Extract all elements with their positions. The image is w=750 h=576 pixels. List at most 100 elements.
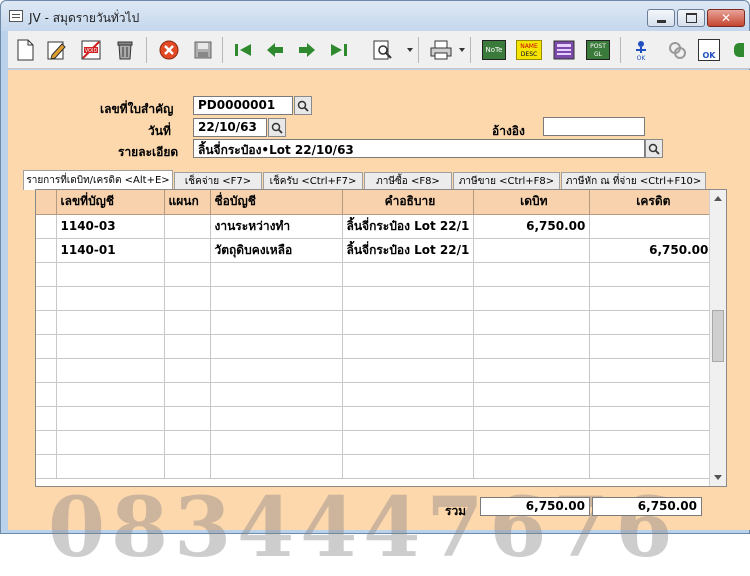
empty-cell[interactable] <box>36 334 57 359</box>
empty-cell[interactable] <box>473 382 591 407</box>
name-desc-icon[interactable]: NAME DESC <box>514 37 544 63</box>
note-icon[interactable]: NoTe <box>480 37 508 63</box>
cancel-icon[interactable] <box>156 37 182 63</box>
print-icon[interactable] <box>428 37 454 63</box>
close-button[interactable]: ✕ <box>707 9 745 27</box>
find-icon[interactable] <box>370 37 396 63</box>
empty-cell[interactable] <box>342 406 475 431</box>
empty-cell[interactable] <box>56 406 165 431</box>
empty-cell[interactable] <box>164 262 211 287</box>
empty-cell[interactable] <box>342 286 475 311</box>
cell-account-no[interactable]: 1140-01 <box>56 238 165 263</box>
empty-cell[interactable] <box>210 310 343 335</box>
next-icon[interactable] <box>294 37 320 63</box>
empty-row[interactable] <box>36 430 714 455</box>
empty-cell[interactable] <box>36 406 57 431</box>
row-selector[interactable] <box>36 238 57 263</box>
desc-field[interactable]: ลิ้นจี่กระป๋อง•Lot 22/10/63 <box>193 139 645 158</box>
empty-cell[interactable] <box>589 358 714 383</box>
empty-cell[interactable] <box>342 262 475 287</box>
post-gl-icon[interactable]: POST GL <box>584 37 612 63</box>
scroll-down-icon[interactable] <box>714 475 722 480</box>
empty-cell[interactable] <box>210 286 343 311</box>
empty-cell[interactable] <box>589 382 714 407</box>
empty-cell[interactable] <box>342 382 475 407</box>
title-bar[interactable]: JV - สมุดรายวันทั่วไป ✕ <box>1 1 749 31</box>
empty-cell[interactable] <box>36 286 57 311</box>
desc-lookup-icon[interactable] <box>645 139 663 158</box>
vertical-scrollbar[interactable] <box>709 190 726 486</box>
delete-icon[interactable] <box>112 37 138 63</box>
empty-cell[interactable] <box>164 310 211 335</box>
find-dropdown-icon[interactable] <box>407 48 413 52</box>
empty-cell[interactable] <box>589 262 714 287</box>
empty-cell[interactable] <box>210 454 343 479</box>
empty-cell[interactable] <box>164 406 211 431</box>
save-icon[interactable] <box>190 37 216 63</box>
unapprove-icon[interactable] <box>664 37 690 63</box>
empty-cell[interactable] <box>342 454 475 479</box>
prev-icon[interactable] <box>262 37 288 63</box>
empty-cell[interactable] <box>56 286 165 311</box>
cell-description[interactable]: ลิ้นจี่กระป๋อง Lot 22/1 <box>342 238 475 263</box>
cell-description[interactable]: ลิ้นจี่กระป๋อง Lot 22/1 <box>342 214 475 239</box>
empty-cell[interactable] <box>56 358 165 383</box>
empty-row[interactable] <box>36 286 714 311</box>
empty-row[interactable] <box>36 310 714 335</box>
empty-cell[interactable] <box>164 454 211 479</box>
empty-cell[interactable] <box>164 286 211 311</box>
void-icon[interactable]: VOID <box>78 37 104 63</box>
last-icon[interactable] <box>326 37 352 63</box>
empty-cell[interactable] <box>164 382 211 407</box>
ref-field[interactable] <box>543 117 645 136</box>
empty-cell[interactable] <box>210 262 343 287</box>
empty-cell[interactable] <box>56 262 165 287</box>
empty-cell[interactable] <box>473 286 591 311</box>
empty-row[interactable] <box>36 334 714 359</box>
scroll-thumb[interactable] <box>712 310 724 362</box>
empty-cell[interactable] <box>589 310 714 335</box>
empty-cell[interactable] <box>56 310 165 335</box>
approve-icon[interactable]: OK <box>628 37 654 63</box>
tab-sales-tax[interactable]: ภาษีขาย <Ctrl+F8> <box>453 172 560 189</box>
cell-dept[interactable] <box>164 214 211 239</box>
exit-icon[interactable] <box>732 37 746 63</box>
empty-cell[interactable] <box>473 406 591 431</box>
doc-no-lookup-icon[interactable] <box>294 96 312 115</box>
empty-cell[interactable] <box>210 406 343 431</box>
empty-cell[interactable] <box>36 382 57 407</box>
empty-cell[interactable] <box>164 334 211 359</box>
empty-cell[interactable] <box>36 430 57 455</box>
empty-row[interactable] <box>36 358 714 383</box>
empty-cell[interactable] <box>36 310 57 335</box>
tab-debit-credit[interactable]: รายการที่เดบิท/เครดิต <Alt+E> <box>23 170 173 190</box>
empty-cell[interactable] <box>589 334 714 359</box>
empty-cell[interactable] <box>56 334 165 359</box>
tab-cheque-receive[interactable]: เช็ครับ <Ctrl+F7> <box>263 172 363 189</box>
empty-cell[interactable] <box>473 430 591 455</box>
empty-row[interactable] <box>36 406 714 431</box>
date-field[interactable]: 22/10/63 <box>193 118 267 137</box>
empty-cell[interactable] <box>589 406 714 431</box>
empty-cell[interactable] <box>342 358 475 383</box>
new-icon[interactable] <box>12 37 38 63</box>
table-row[interactable]: 1140-01 วัตถุดิบคงเหลือ ลิ้นจี่กระป๋อง L… <box>36 238 714 263</box>
doc-no-field[interactable]: PD0000001 <box>193 96 293 115</box>
empty-cell[interactable] <box>36 358 57 383</box>
empty-row[interactable] <box>36 262 714 287</box>
cell-account-no[interactable]: 1140-03 <box>56 214 165 239</box>
tab-purchase-tax[interactable]: ภาษีซื้อ <F8> <box>364 172 452 189</box>
scroll-up-icon[interactable] <box>714 196 722 201</box>
empty-cell[interactable] <box>589 454 714 479</box>
col-account-no[interactable]: เลขที่บัญชี <box>56 190 165 215</box>
col-debit[interactable]: เดบิท <box>473 190 591 215</box>
empty-cell[interactable] <box>473 454 591 479</box>
empty-cell[interactable] <box>473 358 591 383</box>
empty-cell[interactable] <box>56 382 165 407</box>
empty-cell[interactable] <box>342 430 475 455</box>
empty-cell[interactable] <box>342 310 475 335</box>
col-dept[interactable]: แผนก <box>164 190 211 215</box>
empty-cell[interactable] <box>210 334 343 359</box>
minimize-button[interactable] <box>647 9 675 27</box>
cell-debit[interactable]: 6,750.00 <box>473 214 591 239</box>
